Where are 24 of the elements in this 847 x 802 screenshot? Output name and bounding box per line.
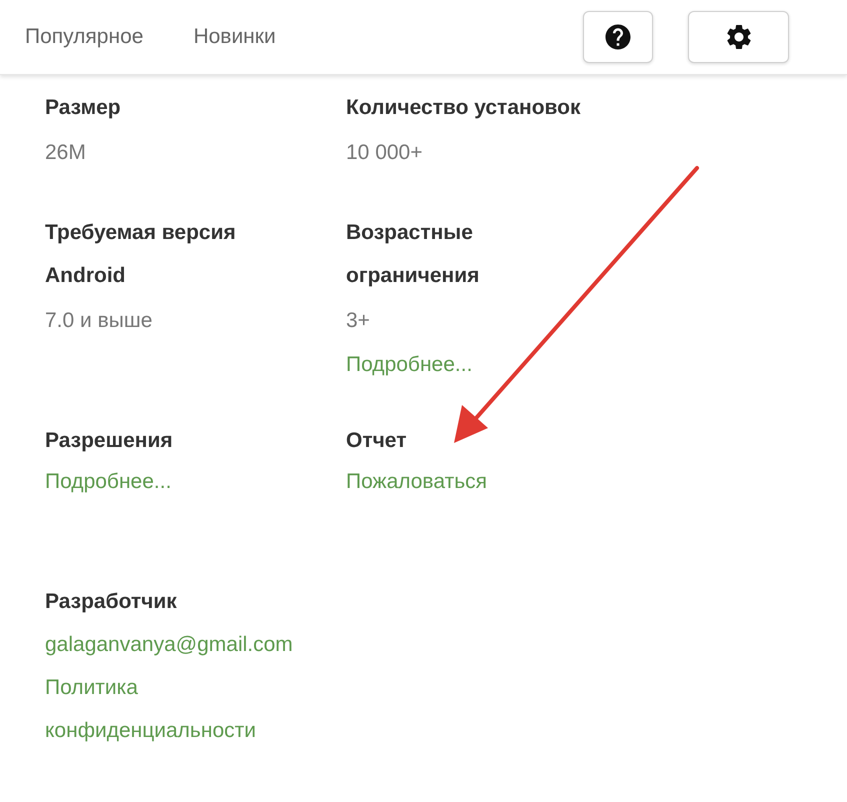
detail-label: Количество установок	[346, 95, 581, 121]
detail-value: 7.0 и выше	[45, 308, 152, 334]
tab[interactable]: Популярное	[25, 25, 144, 49]
help-button[interactable]	[583, 11, 653, 63]
detail-label: Возрастные	[346, 220, 473, 246]
developer-label: Разработчик	[45, 589, 177, 615]
developer-link[interactable]: конфиденциальности	[45, 709, 256, 752]
developer-link[interactable]: Политика	[45, 666, 138, 709]
developer-link[interactable]: galaganvanya@gmail.com	[45, 623, 293, 666]
detail-label: Отчет	[346, 428, 406, 454]
detail-link[interactable]: Подробнее...	[346, 345, 472, 385]
detail-label: ограничения	[346, 263, 480, 289]
detail-value: 10 000+	[346, 140, 422, 166]
detail-link[interactable]: Подробнее...	[45, 462, 172, 502]
detail-label: Размер	[45, 95, 121, 121]
detail-link[interactable]: Пожаловаться	[346, 462, 488, 502]
detail-label: Требуемая версия	[45, 220, 236, 246]
detail-value: 3+	[346, 308, 370, 334]
tab[interactable]: Новинки	[193, 25, 276, 49]
detail-label: Разрешения	[45, 428, 173, 454]
detail-label: Android	[45, 263, 126, 289]
detail-value: 26M	[45, 140, 86, 166]
help-icon	[603, 22, 633, 52]
settings-button[interactable]	[688, 11, 789, 63]
